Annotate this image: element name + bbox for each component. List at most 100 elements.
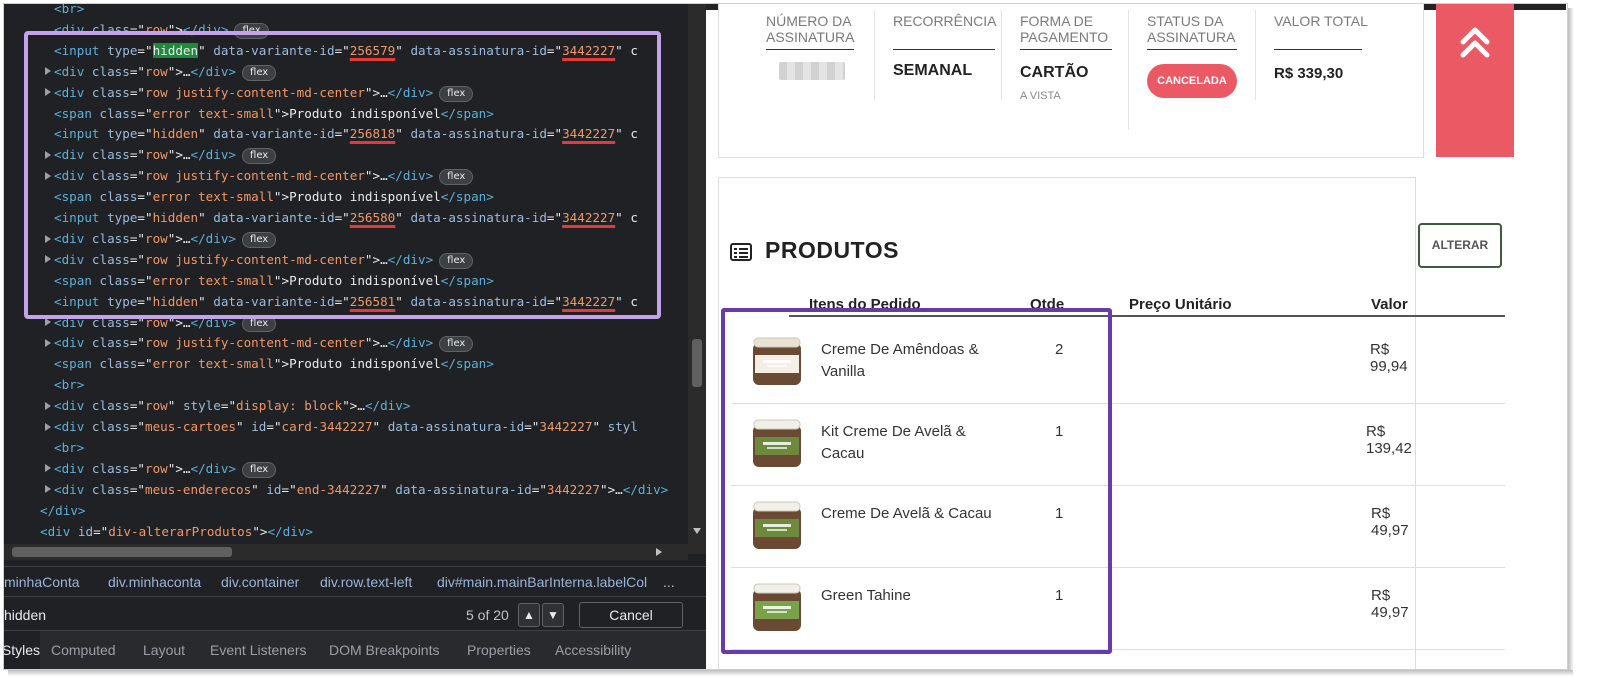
tab-layout[interactable]: Layout bbox=[143, 642, 185, 658]
dom-node-line[interactable]: <div id="div-alterarProdutos"></div> bbox=[40, 521, 313, 542]
products-card: PRODUTOS Itens do Pedido Qtde Preço Unit… bbox=[718, 177, 1505, 669]
tab-dom-breakpoints[interactable]: DOM Breakpoints bbox=[329, 642, 439, 658]
flex-badge[interactable]: flex bbox=[439, 169, 474, 186]
dom-token: ">… bbox=[167, 230, 191, 246]
expand-triangle-icon[interactable] bbox=[45, 485, 51, 494]
dom-node-line[interactable]: <div class="row justify-content-md-cente… bbox=[45, 332, 474, 353]
dom-token: class bbox=[91, 314, 130, 330]
expand-triangle-icon[interactable] bbox=[45, 234, 51, 243]
dom-token: row justify-content-md-center bbox=[145, 335, 365, 351]
dom-token: class bbox=[91, 251, 130, 267]
find-cancel-button[interactable]: Cancel bbox=[579, 602, 683, 628]
tab-event-listeners[interactable]: Event Listeners bbox=[210, 642, 307, 658]
flex-badge[interactable]: flex bbox=[234, 22, 269, 39]
expand-triangle-icon[interactable] bbox=[45, 401, 51, 410]
dom-node-line[interactable]: <span class="error text-small">Produto i… bbox=[54, 186, 494, 207]
expand-triangle-icon[interactable] bbox=[45, 67, 51, 76]
column-divider bbox=[874, 10, 875, 100]
sidebar-tabs: Styles Computed Layout Event Listeners D… bbox=[4, 630, 706, 669]
flex-badge[interactable]: flex bbox=[242, 64, 277, 81]
dom-node-line[interactable]: <span class="error text-small">Produto i… bbox=[54, 353, 494, 374]
expand-triangle-icon[interactable] bbox=[45, 464, 51, 473]
dom-node-line[interactable]: </div> bbox=[40, 500, 86, 521]
dom-token: </span> bbox=[440, 356, 494, 372]
flex-badge[interactable]: flex bbox=[242, 148, 277, 165]
dom-node-line[interactable]: <span class="error text-small">Produto i… bbox=[54, 270, 494, 291]
dom-node-line[interactable]: <div class="row"></div> flex bbox=[54, 19, 269, 40]
dom-token: </div> bbox=[622, 481, 669, 497]
dom-token: <div bbox=[54, 460, 92, 476]
dom-token: data-variante-id bbox=[213, 126, 335, 142]
scroll-down-arrow-icon[interactable] bbox=[693, 528, 701, 534]
alter-products-button[interactable]: ALTERAR bbox=[1418, 223, 1502, 268]
dom-token: <div bbox=[54, 84, 92, 100]
frame-shadow bbox=[8, 670, 1573, 676]
vertical-scrollbar-thumb[interactable] bbox=[692, 339, 702, 387]
breadcrumb-overflow[interactable]: ... bbox=[663, 567, 675, 596]
dom-node-line[interactable]: <br> bbox=[54, 374, 84, 395]
list-icon bbox=[730, 243, 752, 261]
dom-token: class bbox=[91, 335, 130, 351]
dom-token: =" bbox=[334, 42, 350, 58]
flex-badge[interactable]: flex bbox=[439, 252, 474, 269]
dom-token: class bbox=[91, 481, 130, 497]
expand-triangle-icon[interactable] bbox=[45, 339, 51, 348]
flex-badge[interactable]: flex bbox=[439, 85, 474, 102]
dom-node-line[interactable]: <div class="row" style="display: block">… bbox=[45, 395, 410, 416]
dom-node-line[interactable]: <br> bbox=[54, 437, 84, 458]
expand-triangle-icon[interactable] bbox=[45, 318, 51, 327]
dom-node-line[interactable]: <div class="meus-enderecos" id="end-3442… bbox=[45, 479, 669, 500]
breadcrumb-item[interactable]: div.row.text-left bbox=[320, 567, 412, 596]
dom-node-line[interactable]: <input type="hidden" data-variante-id="2… bbox=[54, 291, 638, 312]
dom-token: <span bbox=[54, 272, 100, 288]
breadcrumb-item[interactable]: div.container bbox=[221, 567, 299, 596]
breadcrumb-item[interactable]: minhaConta bbox=[4, 567, 80, 596]
dom-node-line[interactable]: <br> bbox=[54, 4, 84, 19]
expand-triangle-icon[interactable] bbox=[45, 171, 51, 180]
vertical-scrollbar[interactable] bbox=[688, 4, 706, 554]
dom-node-line[interactable]: <div class="row justify-content-md-cente… bbox=[45, 165, 474, 186]
dom-node-line[interactable]: <div class="meus-cartoes" id="card-34422… bbox=[45, 416, 638, 437]
dom-token: error text-small bbox=[152, 356, 274, 372]
products-title: PRODUTOS bbox=[765, 237, 899, 263]
dom-node-line[interactable]: <div class="row">…</div> flex bbox=[45, 61, 277, 82]
label-underline bbox=[1274, 49, 1362, 50]
dom-node-line[interactable]: <div class="row justify-content-md-cente… bbox=[45, 82, 474, 103]
flex-badge[interactable]: flex bbox=[242, 231, 277, 248]
scroll-right-arrow-icon[interactable] bbox=[656, 548, 662, 556]
dom-node-line[interactable]: <div class="row">…</div> flex bbox=[45, 312, 277, 333]
tab-computed[interactable]: Computed bbox=[51, 642, 116, 658]
tab-styles[interactable]: Styles bbox=[4, 631, 40, 669]
flex-badge[interactable]: flex bbox=[242, 461, 277, 478]
tab-accessibility[interactable]: Accessibility bbox=[555, 642, 631, 658]
find-input[interactable] bbox=[4, 604, 334, 626]
dom-node-line[interactable]: <input type="hidden" data-variante-id="2… bbox=[54, 207, 638, 228]
tab-properties[interactable]: Properties bbox=[467, 642, 531, 658]
dom-node-line[interactable]: <div class="row justify-content-md-cente… bbox=[45, 249, 474, 270]
scroll-top-button[interactable] bbox=[1436, 4, 1514, 157]
dom-node-line[interactable]: <input type="hidden" data-variante-id="2… bbox=[54, 123, 638, 144]
dom-token: class bbox=[99, 356, 138, 372]
find-previous-button[interactable]: ▲ bbox=[518, 603, 540, 627]
dom-token: <div bbox=[54, 251, 92, 267]
dom-node-line[interactable]: <span class="error text-small">Produto i… bbox=[54, 103, 494, 124]
dom-node-line[interactable]: <input type="hidden" data-variante-id="2… bbox=[54, 40, 638, 61]
expand-triangle-icon[interactable] bbox=[45, 255, 51, 264]
dom-node-line[interactable]: <div class="row">…</div> flex bbox=[45, 458, 277, 479]
expand-triangle-icon[interactable] bbox=[45, 150, 51, 159]
flex-badge[interactable]: flex bbox=[242, 315, 277, 332]
breadcrumb-item[interactable]: div.minhaconta bbox=[108, 567, 201, 596]
dom-token: ">… bbox=[364, 251, 388, 267]
horizontal-scrollbar-thumb[interactable] bbox=[12, 547, 232, 557]
dom-node-line[interactable]: <div class="row">…</div> flex bbox=[45, 144, 277, 165]
breadcrumb-item[interactable]: div#main.mainBarInterna.labelCol bbox=[437, 567, 647, 596]
dom-node-line[interactable]: <div class="row">…</div> flex bbox=[45, 228, 277, 249]
expand-triangle-icon[interactable] bbox=[45, 88, 51, 97]
horizontal-scrollbar[interactable] bbox=[4, 544, 688, 560]
expand-triangle-icon[interactable] bbox=[45, 422, 51, 431]
find-bar: 5 of 20 ▲ ▼ Cancel bbox=[4, 596, 706, 630]
flex-badge[interactable]: flex bbox=[439, 336, 474, 353]
find-next-button[interactable]: ▼ bbox=[542, 603, 564, 627]
elements-tree[interactable]: <br> <div class="row"></div> flex <input ty… bbox=[4, 4, 688, 554]
product-qty: 1 bbox=[1055, 587, 1064, 604]
